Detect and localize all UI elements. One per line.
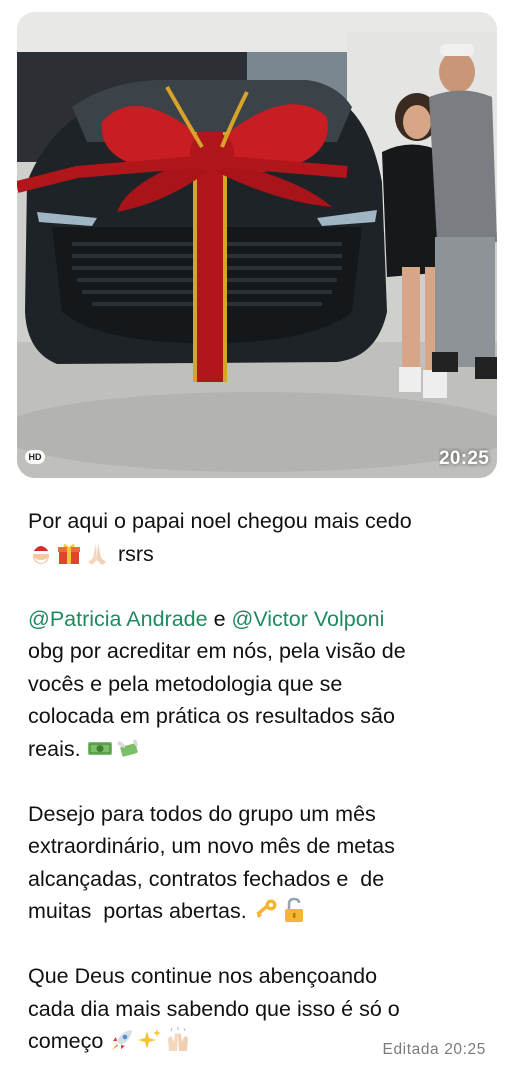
text-line: colocada em prática os resultados são (28, 704, 395, 728)
text-line: alcançadas, contratos fechados e de (28, 866, 385, 891)
message-paragraph-1: Por aqui o papai noel chegou mais cedo r… (28, 505, 488, 570)
key-emoji (256, 899, 277, 918)
gift-emoji (58, 543, 80, 564)
text-fragment: rsrs (117, 541, 154, 566)
mention-patricia-andrade[interactable]: @Patricia Andrade (28, 607, 208, 631)
raising-hands-emoji (168, 1027, 189, 1051)
money-with-wings-emoji (116, 738, 138, 757)
message-paragraph-2: @Patricia Andrade e @Victor Volponi obg … (28, 603, 488, 766)
message-paragraph-3: Desejo para todos do grupo um mês extrao… (28, 798, 488, 928)
text-fragment: muitas portas abertas. (28, 899, 247, 923)
chat-message-bubble: HD 20:25 Por aqui o papai noel chegou ma… (0, 0, 518, 1080)
edited-label: Editada (382, 1041, 440, 1058)
text-line: Por aqui o papai noel chegou mais cedo (28, 509, 412, 533)
dollar-bill-emoji (87, 741, 112, 755)
praying-hands-emoji (88, 542, 106, 565)
text-line: Que Deus continue nos abençoando (28, 964, 378, 988)
message-text: Por aqui o papai noel chegou mais cedo r… (28, 505, 488, 1058)
text-line: muitas portas abertas. (28, 895, 488, 928)
text-line: vocês e pela metodologia que se (28, 671, 343, 696)
text-line: Desejo para todos do grupo um mês (28, 801, 376, 826)
message-meta: Editada 20:25 (383, 1041, 487, 1059)
text-line: reais. (28, 733, 488, 766)
unlocked-emoji (284, 897, 303, 922)
mention-victor-volponi[interactable]: @Victor Volponi (232, 607, 385, 631)
text-fragment: começo (28, 1029, 104, 1053)
hd-badge: HD (25, 450, 45, 464)
santa-emoji (32, 545, 50, 564)
photo-timestamp: 20:25 (439, 448, 490, 469)
text-fragment: reais. (28, 736, 81, 761)
photo-image (17, 12, 497, 478)
text-line: obg por acreditar em nós, pela visão de (28, 639, 406, 663)
rocket-emoji (112, 1030, 133, 1050)
text-line: extraordinário, um novo mês de metas (28, 834, 395, 858)
text-line: @Patricia Andrade e @Victor Volponi (28, 603, 488, 636)
text-line: rsrs (28, 538, 488, 571)
message-photo[interactable]: HD 20:25 (17, 12, 497, 478)
text-line: cada dia mais sabendo que isso é só o (28, 996, 400, 1021)
sparkles-emoji (138, 1029, 162, 1049)
message-time: 20:25 (444, 1041, 486, 1058)
text-fragment: e (207, 606, 232, 631)
